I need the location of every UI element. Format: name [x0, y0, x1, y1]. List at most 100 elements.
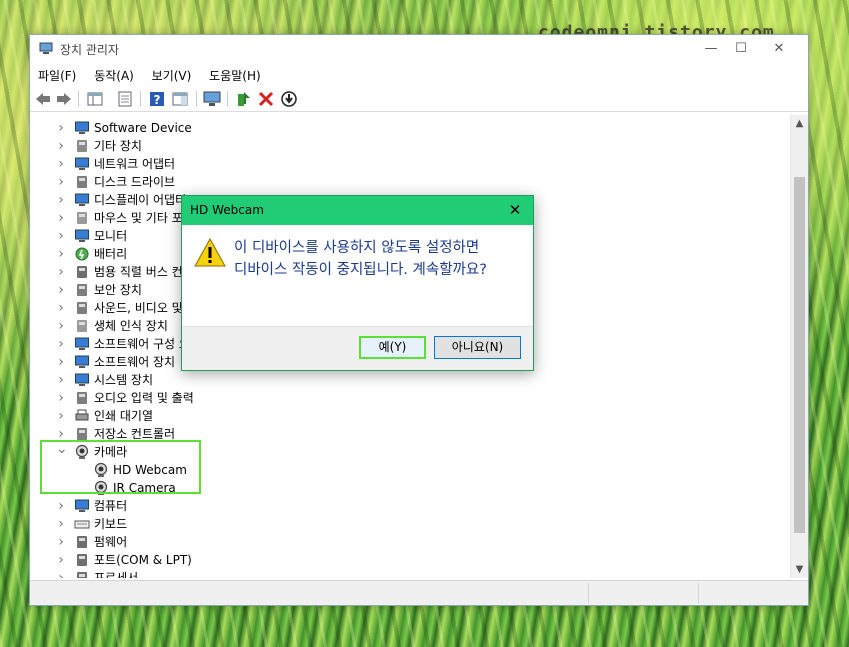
dialog-title: HD Webcam	[190, 203, 264, 217]
scroll-thumb[interactable]	[794, 177, 805, 533]
menu-file[interactable]: 파일(F)	[30, 64, 82, 87]
tree-category-item[interactable]: › 디스크 드라이브	[31, 173, 771, 191]
tree-category-item[interactable]: › 키보드	[31, 515, 771, 533]
chevron-right-icon[interactable]: ›	[56, 497, 66, 515]
disable-device-icon[interactable]	[280, 90, 298, 108]
tree-category-item[interactable]: › 컴퓨터	[31, 497, 771, 515]
tree-category-item[interactable]: › Software Device	[31, 119, 771, 137]
tree-item-label: 배터리	[94, 247, 128, 261]
audio-icon	[77, 392, 87, 404]
chevron-right-icon[interactable]: ›	[56, 533, 66, 551]
toolbar: ?	[30, 87, 808, 112]
yes-button[interactable]: 예(Y)	[359, 336, 426, 359]
tree-item-label: 생체 인식 장치	[94, 319, 168, 333]
update-driver-icon[interactable]	[234, 90, 252, 108]
tree-item-label: 키보드	[94, 517, 128, 531]
status-divider	[698, 583, 700, 603]
chevron-right-icon[interactable]: ›	[56, 155, 66, 173]
tree-item-label: 오디오 입력 및 출력	[94, 391, 194, 405]
chevron-right-icon[interactable]: ›	[56, 317, 66, 335]
device-manager-icon	[39, 42, 53, 54]
show-hide-console-tree-icon[interactable]	[86, 90, 104, 108]
tree-item-label: 프로세서	[94, 571, 139, 578]
chevron-right-icon[interactable]: ›	[56, 389, 66, 407]
scroll-down-icon[interactable]: ▼	[791, 561, 808, 578]
scroll-up-icon[interactable]: ▲	[791, 115, 808, 132]
toolbar-separator	[196, 91, 197, 107]
back-icon[interactable]	[34, 90, 52, 108]
chevron-right-icon[interactable]: ›	[56, 191, 66, 209]
tree-item-label: 포트(COM & LPT)	[94, 553, 192, 567]
monitor-icon	[75, 229, 89, 242]
status-divider	[588, 583, 590, 603]
scan-hardware-icon[interactable]	[203, 90, 221, 108]
tree-category-item[interactable]: › 네트워크 어댑터	[31, 155, 771, 173]
dialog-message: 이 디바이스를 사용하지 않도록 설정하면 디바이스 작동이 중지됩니다. 계속…	[234, 240, 487, 278]
network-adapter-icon	[75, 157, 89, 170]
tree-item-label: 보안 장치	[94, 283, 142, 297]
chevron-right-icon[interactable]: ›	[56, 173, 66, 191]
svg-text:?: ?	[154, 93, 161, 107]
chevron-right-icon[interactable]: ›	[56, 299, 66, 317]
port-icon	[77, 554, 87, 566]
chevron-right-icon[interactable]: ›	[56, 263, 66, 281]
chevron-right-icon[interactable]: ›	[56, 335, 66, 353]
vertical-scrollbar[interactable]: ▲ ▼	[790, 115, 808, 578]
chevron-right-icon[interactable]: ›	[56, 137, 66, 155]
menu-action[interactable]: 동작(A)	[86, 64, 140, 87]
tree-category-item[interactable]: › 인쇄 대기열	[31, 407, 771, 425]
tree-item-label: 컴퓨터	[94, 499, 128, 513]
computer-icon	[75, 499, 89, 512]
chevron-right-icon[interactable]: ›	[56, 371, 66, 389]
tree-item-label: 펌웨어	[94, 535, 128, 549]
close-button[interactable]: ✕	[764, 39, 794, 59]
chevron-right-icon[interactable]: ›	[56, 407, 66, 425]
display-adapter-icon	[75, 193, 89, 206]
chevron-right-icon[interactable]: ›	[56, 119, 66, 137]
firmware-icon	[77, 536, 87, 548]
menu-view[interactable]: 보기(V)	[144, 64, 198, 87]
chevron-right-icon[interactable]: ›	[56, 353, 66, 371]
chevron-right-icon[interactable]: ›	[56, 515, 66, 533]
software-device-icon	[75, 355, 89, 368]
camera-highlight-box	[40, 440, 201, 494]
minimize-button[interactable]: —	[696, 39, 726, 59]
battery-icon	[75, 247, 89, 261]
keyboard-icon	[74, 520, 90, 529]
chevron-right-icon[interactable]: ›	[56, 281, 66, 299]
properties-icon[interactable]	[116, 90, 134, 108]
dialog-title-bar: HD Webcam ✕	[182, 196, 533, 225]
disk-drive-icon	[77, 176, 87, 188]
chevron-right-icon[interactable]: ›	[56, 551, 66, 569]
help-icon[interactable]: ?	[148, 90, 166, 108]
forward-icon[interactable]	[55, 90, 73, 108]
tree-item-label: 모니터	[94, 229, 128, 243]
tree-category-item[interactable]: › 펌웨어	[31, 533, 771, 551]
tree-item-label: Software Device	[94, 121, 192, 135]
toolbar-separator	[227, 91, 228, 107]
uninstall-device-icon[interactable]	[257, 90, 275, 108]
tree-category-item[interactable]: › 시스템 장치	[31, 371, 771, 389]
chevron-right-icon[interactable]: ›	[56, 245, 66, 263]
tree-item-label: 디스플레이 어댑터	[94, 193, 187, 207]
tree-category-item[interactable]: › 프로세서	[31, 569, 771, 578]
dialog-footer: 예(Y) 아니요(N)	[182, 326, 533, 370]
tree-category-item[interactable]: › 포트(COM & LPT)	[31, 551, 771, 569]
action-pane-icon[interactable]	[171, 90, 189, 108]
tree-category-item[interactable]: › 오디오 입력 및 출력	[31, 389, 771, 407]
tree-category-item[interactable]: › 기타 장치	[31, 137, 771, 155]
software-device-icon	[75, 121, 89, 134]
toolbar-separator	[140, 91, 141, 107]
dialog-close-icon[interactable]: ✕	[505, 200, 525, 220]
status-bar	[30, 580, 808, 605]
chevron-right-icon[interactable]: ›	[56, 227, 66, 245]
printer-icon	[75, 409, 89, 421]
system-device-icon	[75, 373, 89, 386]
chevron-right-icon[interactable]: ›	[56, 209, 66, 227]
no-button[interactable]: 아니요(N)	[434, 336, 521, 359]
menu-help[interactable]: 도움말(H)	[201, 64, 267, 87]
chevron-right-icon[interactable]: ›	[56, 569, 66, 578]
maximize-button[interactable]: ☐	[726, 39, 756, 59]
window-title: 장치 관리자	[60, 43, 120, 57]
sound-icon	[77, 302, 87, 314]
